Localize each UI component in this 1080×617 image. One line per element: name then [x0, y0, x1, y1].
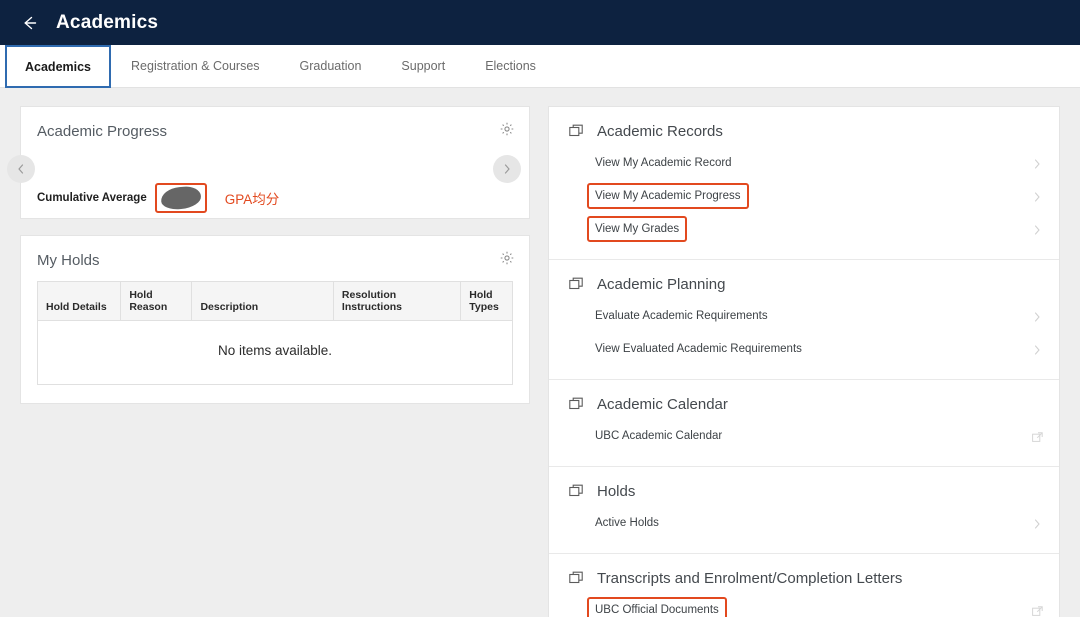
link-ubc-official-documents[interactable]: UBC Official Documents	[549, 593, 1059, 617]
page-title: Academics	[56, 12, 158, 34]
tab-registration-and-courses[interactable]: Registration & Courses	[111, 45, 280, 87]
link-active-holds[interactable]: Active Holds	[549, 506, 1059, 539]
tab-label: Registration & Courses	[131, 59, 260, 73]
link-label: View My Academic Progress	[587, 183, 749, 209]
windows-stack-icon	[569, 397, 587, 413]
section-academic-planning: Academic Planning Evaluate Academic Requ…	[549, 260, 1059, 380]
section-transcripts-and-letters: Transcripts and Enrolment/Completion Let…	[549, 554, 1059, 617]
section-holds: Holds Active Holds	[549, 467, 1059, 554]
holds-table: Hold Details Hold Reason Description Res…	[37, 281, 513, 385]
link-label: Evaluate Academic Requirements	[587, 303, 776, 329]
column-header-hold-types[interactable]: Hold Types	[461, 282, 513, 321]
academic-progress-card: Academic Progress	[20, 106, 530, 219]
table-header-row: Hold Details Hold Reason Description Res…	[38, 282, 513, 321]
section-header: Holds	[549, 483, 1059, 500]
cumulative-average-row: Cumulative Average GPA均分	[37, 183, 279, 213]
link-ubc-academic-calendar[interactable]: UBC Academic Calendar	[549, 419, 1059, 452]
tab-label: Graduation	[300, 59, 362, 73]
app-header: Academics	[0, 0, 1080, 45]
section-title: Holds	[597, 483, 635, 500]
carousel-prev-button[interactable]	[7, 155, 35, 183]
chevron-right-icon	[1031, 517, 1043, 529]
section-header: Academic Planning	[549, 276, 1059, 293]
tab-label: Support	[401, 59, 445, 73]
link-view-evaluated-academic-requirements[interactable]: View Evaluated Academic Requirements	[549, 332, 1059, 365]
carousel-next-button[interactable]	[493, 155, 521, 183]
chevron-right-icon	[1031, 310, 1043, 322]
page-body: Academic Progress	[0, 88, 1080, 617]
section-title: Transcripts and Enrolment/Completion Let…	[597, 570, 902, 587]
section-header: Academic Records	[549, 123, 1059, 140]
cumulative-average-label: Cumulative Average	[37, 192, 147, 204]
link-view-my-grades[interactable]: View My Grades	[549, 212, 1059, 245]
gear-icon[interactable]	[499, 250, 515, 266]
link-label: View Evaluated Academic Requirements	[587, 336, 810, 362]
section-header: Academic Calendar	[549, 396, 1059, 413]
link-evaluate-academic-requirements[interactable]: Evaluate Academic Requirements	[549, 299, 1059, 332]
external-link-icon	[1032, 430, 1043, 441]
redaction-blob	[160, 185, 202, 210]
quick-links-panel: Academic Records View My Academic Record…	[548, 106, 1060, 617]
chevron-right-icon	[1031, 343, 1043, 355]
column-header-resolution-instructions[interactable]: Resolution Instructions	[333, 282, 460, 321]
gpa-annotation-label: GPA均分	[225, 188, 280, 208]
windows-stack-icon	[569, 124, 587, 140]
link-label: View My Grades	[587, 216, 687, 242]
section-academic-calendar: Academic Calendar UBC Academic Calendar	[549, 380, 1059, 467]
section-title: Academic Planning	[597, 276, 725, 293]
column-header-hold-details[interactable]: Hold Details	[38, 282, 121, 321]
arrow-left-icon[interactable]	[18, 12, 40, 34]
tab-elections[interactable]: Elections	[465, 45, 556, 87]
chevron-right-icon	[1031, 223, 1043, 235]
link-label: View My Academic Record	[587, 150, 740, 176]
chevron-right-icon	[1031, 157, 1043, 169]
tab-graduation[interactable]: Graduation	[280, 45, 382, 87]
right-column: Academic Records View My Academic Record…	[548, 106, 1060, 617]
column-header-description[interactable]: Description	[192, 282, 333, 321]
windows-stack-icon	[569, 571, 587, 587]
tab-support[interactable]: Support	[381, 45, 465, 87]
section-academic-records: Academic Records View My Academic Record…	[549, 107, 1059, 260]
tab-academics[interactable]: Academics	[5, 45, 111, 88]
holds-empty-message: No items available.	[38, 321, 513, 385]
tab-label: Academics	[25, 60, 91, 74]
link-label: Active Holds	[587, 510, 667, 536]
link-view-my-academic-record[interactable]: View My Academic Record	[549, 146, 1059, 179]
section-title: Academic Calendar	[597, 396, 728, 413]
section-title: Academic Records	[597, 123, 723, 140]
link-label: UBC Official Documents	[587, 597, 727, 617]
external-link-icon	[1032, 604, 1043, 615]
windows-stack-icon	[569, 277, 587, 293]
my-holds-title: My Holds	[21, 236, 529, 269]
tab-label: Elections	[485, 59, 536, 73]
cumulative-average-value-annotation	[155, 183, 207, 213]
gear-icon[interactable]	[499, 121, 515, 137]
windows-stack-icon	[569, 484, 587, 500]
table-row: No items available.	[38, 321, 513, 385]
my-holds-card: My Holds Hold Details Hold Reason Descri…	[20, 235, 530, 404]
academic-progress-title: Academic Progress	[21, 107, 529, 140]
chevron-right-icon	[1031, 190, 1043, 202]
link-view-my-academic-progress[interactable]: View My Academic Progress	[549, 179, 1059, 212]
link-label: UBC Academic Calendar	[587, 423, 730, 449]
column-header-hold-reason[interactable]: Hold Reason	[121, 282, 192, 321]
section-header: Transcripts and Enrolment/Completion Let…	[549, 570, 1059, 587]
left-column: Academic Progress	[20, 106, 530, 404]
tab-bar: Academics Registration & Courses Graduat…	[0, 45, 1080, 88]
